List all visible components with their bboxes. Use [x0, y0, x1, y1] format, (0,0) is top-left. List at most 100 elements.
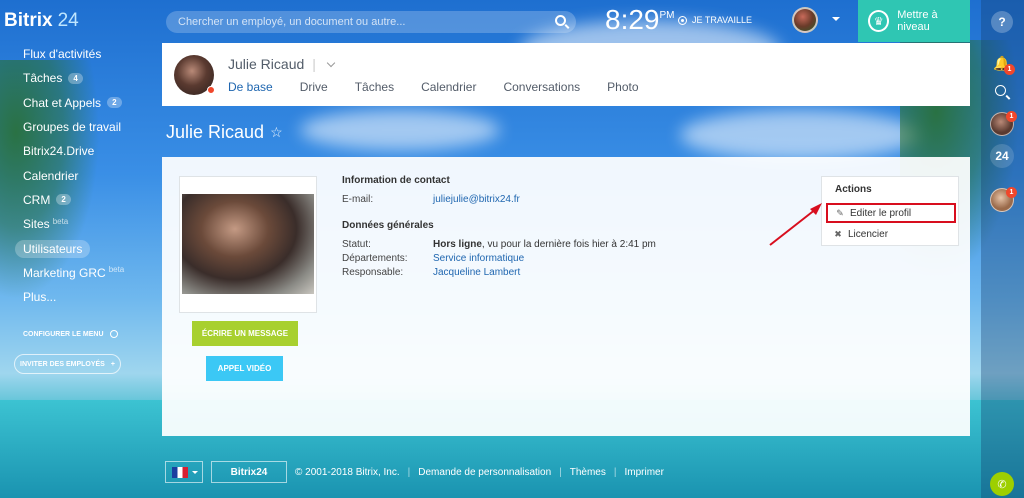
page-title: Julie Ricaud ☆: [166, 122, 283, 143]
profile-photo-frame: [179, 176, 317, 313]
general-heading: Données générales: [342, 220, 434, 231]
sidebar-item-sites[interactable]: Sites beta: [0, 212, 160, 236]
search-icon[interactable]: [995, 85, 1006, 96]
clock-time: 8:29: [605, 4, 660, 35]
configure-menu-label: CONFIGURER LE MENU: [23, 330, 104, 338]
close-icon: ✖: [834, 228, 842, 239]
footer-logo[interactable]: Bitrix24: [211, 461, 287, 483]
sidebar-item-label: Chat et Appels: [23, 95, 102, 110]
upgrade-label: Mettre à niveau: [897, 9, 938, 33]
tab-drive[interactable]: Drive: [300, 80, 328, 94]
email-link[interactable]: juliejulie@bitrix24.fr: [433, 194, 520, 205]
sidebar-item-marketing[interactable]: Marketing GRC beta: [0, 261, 160, 285]
configure-menu-button[interactable]: CONFIGURER LE MENU: [23, 330, 118, 338]
actions-heading: Actions: [835, 184, 872, 195]
sidebar-item-label: Bitrix24.Drive: [23, 144, 95, 159]
sidebar-item-more[interactable]: Plus...: [0, 285, 160, 309]
profile-photo[interactable]: [182, 194, 314, 294]
brand-name: Bitrix: [4, 10, 53, 31]
france-flag-icon: [172, 466, 188, 478]
sidebar-item-label: CRM: [23, 192, 51, 207]
sidebar-menu: Flux d'activités Tâches 4 Chat et Appels…: [0, 42, 160, 309]
sidebar-item-drive[interactable]: Bitrix24.Drive: [0, 139, 160, 163]
search-icon[interactable]: [555, 15, 566, 26]
edit-profile-label: Editer le profil: [850, 207, 912, 219]
search-input[interactable]: Chercher un employé, un document ou autr…: [166, 11, 576, 33]
recent-chat-avatar[interactable]: 1: [990, 187, 1017, 212]
chevron-down-icon[interactable]: [326, 58, 336, 67]
profile-info: Information de contact E-mail: juliejuli…: [342, 175, 762, 279]
contact-heading: Information de contact: [342, 175, 450, 186]
sidebar-item-users[interactable]: Utilisateurs: [0, 236, 160, 260]
invite-employees-button[interactable]: INVITER DES EMPLOYÉS +: [14, 354, 121, 374]
chevron-down-icon: [192, 470, 198, 474]
sidebar-item-chat[interactable]: Chat et Appels 2: [0, 91, 160, 115]
sidebar-item-tasks[interactable]: Tâches 4: [0, 66, 160, 90]
bell-icon[interactable]: 🔔 1: [991, 52, 1015, 75]
name-separator: |: [312, 56, 316, 72]
sidebar-item-workgroups[interactable]: Groupes de travail: [0, 115, 160, 139]
user-avatar[interactable]: [792, 7, 818, 33]
profile-tabs: De base Drive Tâches Calendrier Conversa…: [228, 80, 666, 94]
tab-photo[interactable]: Photo: [607, 80, 638, 94]
sidebar-item-label: Plus...: [23, 290, 57, 305]
actions-panel: Actions ✎ Editer le profil ✖ Licencier: [821, 176, 959, 246]
video-call-button[interactable]: APPEL VIDÉO: [206, 356, 283, 381]
right-sidebar: ? 🔔 1 1 24 1 ✆: [981, 0, 1024, 498]
write-message-button[interactable]: ÉCRIRE UN MESSAGE: [192, 321, 298, 346]
annotation-arrow-icon: [769, 203, 822, 246]
fire-employee-button[interactable]: ✖ Licencier: [826, 224, 956, 244]
counter-badge: 2: [56, 194, 71, 206]
departments-label: Départements:: [342, 252, 408, 264]
print-link[interactable]: Imprimer: [624, 467, 663, 478]
profile-card: ÉCRIRE UN MESSAGE APPEL VIDÉO Informatio…: [162, 157, 970, 436]
pencil-icon: ✎: [836, 207, 844, 218]
status-row: Statut: Hors ligne, vu pour la dernière …: [342, 237, 762, 251]
status-value: Hors ligne: [433, 238, 482, 250]
work-status-icon: [678, 15, 687, 25]
status-label: Statut:: [342, 238, 371, 250]
upgrade-button[interactable]: ♛ Mettre à niveau: [858, 0, 970, 42]
tab-conversations[interactable]: Conversations: [503, 80, 580, 94]
notification-badge: 1: [1004, 64, 1015, 75]
customization-link[interactable]: Demande de personnalisation: [418, 467, 551, 478]
edit-profile-button[interactable]: ✎ Editer le profil: [826, 203, 956, 223]
counter-badge: 2: [107, 97, 122, 109]
profile-avatar[interactable]: [174, 55, 215, 95]
tab-tasks[interactable]: Tâches: [355, 80, 394, 94]
chevron-down-icon[interactable]: [832, 17, 840, 21]
offline-status-icon: [207, 86, 215, 94]
sidebar-item-calendar[interactable]: Calendrier: [0, 163, 160, 187]
footer: Bitrix24 © 2001-2018 Bitrix, Inc. | Dema…: [165, 461, 664, 483]
clock-ampm: PM: [659, 10, 675, 21]
tab-basic[interactable]: De base: [228, 80, 273, 94]
language-selector[interactable]: [165, 461, 203, 483]
sidebar-item-crm[interactable]: CRM 2: [0, 188, 160, 212]
beta-tag: beta: [52, 216, 69, 226]
clock[interactable]: 8:29PM: [605, 4, 675, 36]
star-icon[interactable]: ☆: [270, 124, 283, 141]
sidebar-item-activity-stream[interactable]: Flux d'activités: [0, 42, 160, 66]
help-icon[interactable]: ?: [991, 11, 1013, 33]
sidebar-item-label: Sites: [23, 217, 50, 232]
work-status[interactable]: JE TRAVAILLE: [678, 15, 752, 25]
recent-chat-avatar[interactable]: 1: [990, 111, 1017, 136]
themes-link[interactable]: Thèmes: [570, 467, 606, 478]
bitrix24-icon[interactable]: 24: [990, 144, 1014, 168]
brand-logo[interactable]: Bitrix 24: [0, 0, 160, 42]
invite-label: INVITER DES EMPLOYÉS: [20, 360, 105, 368]
sidebar-item-label: Groupes de travail: [23, 120, 122, 135]
manager-link[interactable]: Jacqueline Lambert: [433, 267, 520, 278]
plus-icon: +: [110, 360, 115, 368]
phone-icon[interactable]: ✆: [990, 472, 1014, 496]
tab-calendar[interactable]: Calendrier: [421, 80, 476, 94]
chat-badge: 1: [1006, 187, 1017, 198]
footer-separator: |: [407, 466, 411, 478]
status-detail: , vu pour la dernière fois hier à 2:41 p…: [481, 238, 656, 250]
sidebar-item-label: Calendrier: [23, 168, 79, 183]
department-link[interactable]: Service informatique: [433, 253, 524, 264]
work-status-label: JE TRAVAILLE: [692, 15, 753, 25]
departments-row: Départements: Service informatique: [342, 251, 762, 265]
crown-icon: ♛: [868, 10, 890, 32]
beta-tag: beta: [108, 265, 125, 275]
